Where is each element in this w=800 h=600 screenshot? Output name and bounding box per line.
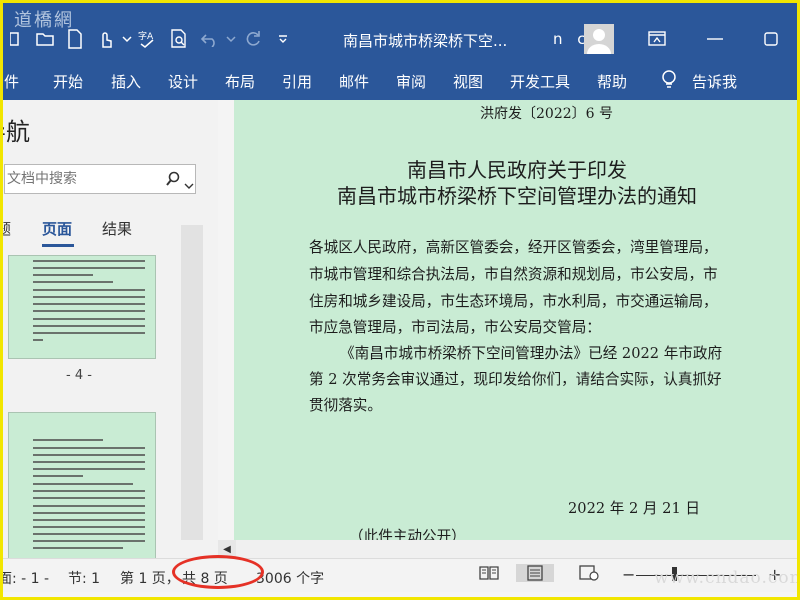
navigation-pane: 导航 题 页面 结果 - 4 - <box>0 100 218 560</box>
tab-review[interactable]: 审阅 <box>396 71 426 92</box>
search-icon[interactable] <box>165 171 181 191</box>
redo-icon[interactable] <box>238 26 268 52</box>
paragraph-line: 第 2 次常务会审议通过，现印发给你们，请结合实际，认真抓好 <box>309 371 722 388</box>
spelling-check-icon[interactable]: 字A <box>134 26 164 52</box>
web-layout-icon[interactable] <box>578 564 600 582</box>
svg-text:字A: 字A <box>138 30 154 42</box>
paragraph-line: 市应急管理局，市司法局，市公安局交管局： <box>309 319 601 336</box>
title-bar: 道橋網 字A 南昌市城市桥梁桥下空... n c <box>0 0 800 60</box>
tell-me-search[interactable]: 告诉我 <box>692 71 737 92</box>
touch-mode-icon[interactable] <box>90 26 120 52</box>
print-layout-icon[interactable] <box>516 564 554 582</box>
avatar[interactable] <box>584 24 614 54</box>
status-word-count[interactable]: 3006 个字 <box>256 568 324 588</box>
nav-pane-title: 导航 <box>0 118 30 146</box>
print-preview-icon[interactable] <box>164 26 194 52</box>
customize-toolbar-icon[interactable] <box>268 26 298 52</box>
status-page-number[interactable]: 面: - 1 - <box>0 568 49 588</box>
highlight-circle <box>172 555 264 589</box>
minimize-icon[interactable] <box>703 28 727 50</box>
tab-design[interactable]: 设计 <box>168 71 198 92</box>
undo-icon[interactable] <box>194 26 224 52</box>
watermark-url: www.cndao.com <box>654 568 800 588</box>
tab-home[interactable]: 开始 <box>53 71 83 92</box>
tab-mailings[interactable]: 邮件 <box>339 71 369 92</box>
zoom-out-button[interactable]: − <box>622 565 635 584</box>
tab-help[interactable]: 帮助 <box>597 71 627 92</box>
restore-icon[interactable] <box>759 28 783 50</box>
tab-view[interactable]: 视图 <box>453 71 483 92</box>
status-page[interactable]: 第 1 页， <box>120 568 180 588</box>
document-title: 南昌市城市桥梁桥下空... <box>343 32 508 50</box>
read-mode-icon[interactable] <box>478 564 500 582</box>
tab-insert[interactable]: 插入 <box>111 71 141 92</box>
tab-developer[interactable]: 开发工具 <box>510 71 570 92</box>
tab-layout[interactable]: 布局 <box>225 71 255 92</box>
tab-headings[interactable]: 题 <box>0 218 11 239</box>
tab-pages[interactable]: 页面 <box>42 218 72 239</box>
document-number: 洪府发〔2022〕6 号 <box>480 106 613 122</box>
active-tab-indicator <box>42 244 74 247</box>
ribbon-display-options-icon[interactable] <box>645 28 669 50</box>
tab-file[interactable]: 件 <box>4 71 19 92</box>
chevron-down-icon[interactable] <box>120 26 134 52</box>
thumbnail-page-label: - 4 - <box>66 368 92 383</box>
page-thumbnail-4[interactable] <box>8 255 156 359</box>
tab-references[interactable]: 引用 <box>282 71 312 92</box>
lightbulb-icon[interactable] <box>660 69 678 95</box>
page-thumbnail-5[interactable] <box>8 412 156 560</box>
document-heading-line1: 南昌市人民政府关于印发 <box>407 158 627 182</box>
paragraph-line: 各城区人民政府，高新区管委会，经开区管委会，湾里管理局， <box>309 239 718 256</box>
document-footer-note: （此件主动公开） <box>349 528 466 540</box>
window-bottom-edge <box>0 592 800 600</box>
search-options-chevron-icon[interactable] <box>184 175 194 194</box>
save-icon[interactable] <box>0 26 30 52</box>
paragraph-line: 贯彻落实。 <box>309 397 382 414</box>
document-page[interactable]: 洪府发〔2022〕6 号 南昌市人民政府关于印发 南昌市城市桥梁桥下空间管理办法… <box>234 100 800 540</box>
status-section[interactable]: 节: 1 <box>68 568 100 588</box>
document-heading-line2: 南昌市城市桥梁桥下空间管理办法的通知 <box>337 184 697 208</box>
document-area: 洪府发〔2022〕6 号 南昌市人民政府关于印发 南昌市城市桥梁桥下空间管理办法… <box>218 100 800 540</box>
paragraph-line: 住房和城乡建设局，市生态环境局，市水利局，市交通运输局， <box>309 293 718 310</box>
open-folder-icon[interactable] <box>30 26 60 52</box>
ribbon-tabs: 件 开始 插入 设计 布局 引用 邮件 审阅 视图 开发工具 帮助 告诉我 <box>0 60 800 100</box>
new-document-icon[interactable] <box>60 26 90 52</box>
horizontal-scrollbar[interactable]: ◀ <box>218 540 800 558</box>
nav-search-input[interactable] <box>5 165 155 193</box>
paragraph-line: 市城市管理和综合执法局，市自然资源和规划局，市公安局，市 <box>309 266 718 283</box>
document-date: 2022 年 2 月 21 日 <box>568 500 700 517</box>
nav-search-box[interactable] <box>4 164 196 194</box>
paragraph-line: 《南昌市城市桥梁桥下空间管理办法》已经 2022 年市政府 <box>340 345 723 362</box>
tab-results[interactable]: 结果 <box>102 218 132 239</box>
undo-dropdown-icon[interactable] <box>224 26 238 52</box>
nav-scrollbar[interactable] <box>181 225 203 540</box>
quick-access-toolbar: 字A <box>0 26 298 52</box>
